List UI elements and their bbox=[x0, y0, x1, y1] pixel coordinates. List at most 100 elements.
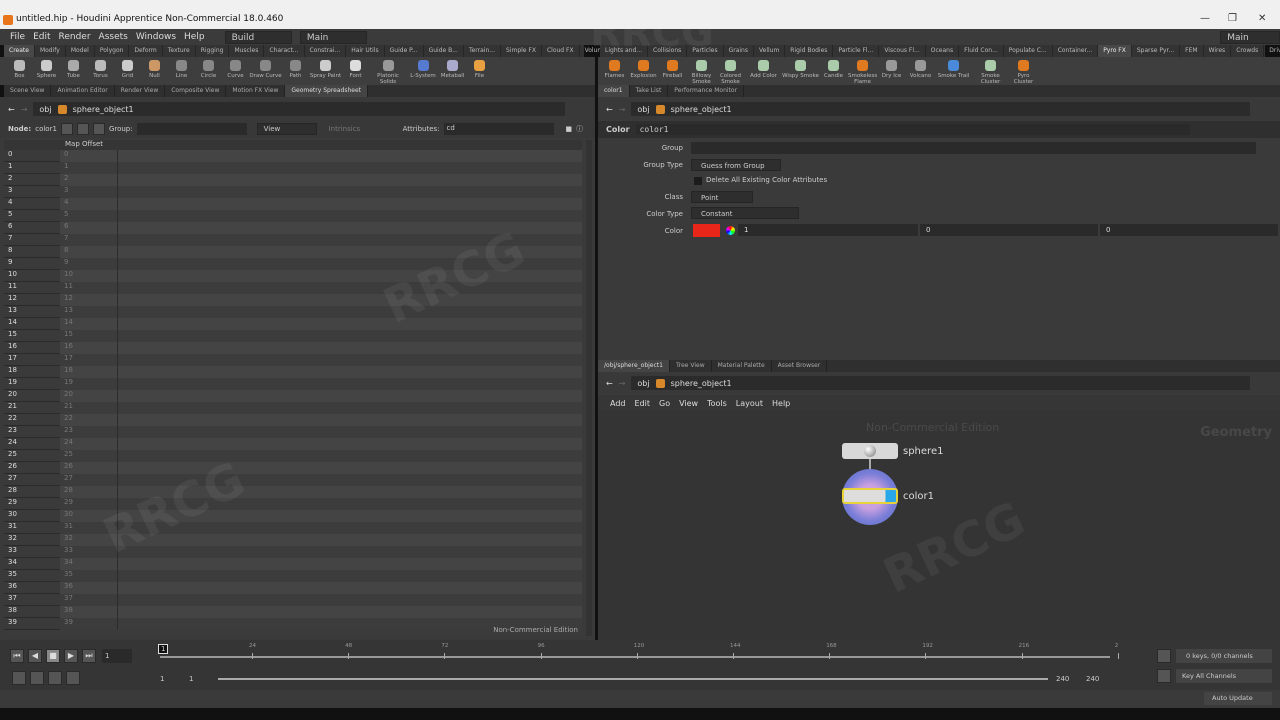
menu-help[interactable]: Help bbox=[184, 32, 205, 42]
network-menu-item[interactable]: Help bbox=[772, 399, 790, 408]
shelf-tab[interactable]: Particles bbox=[687, 45, 724, 57]
stop-button[interactable]: ■ bbox=[46, 649, 60, 663]
table-row[interactable]: 36 36 bbox=[4, 582, 582, 594]
table-row[interactable]: 35 35 bbox=[4, 570, 582, 582]
auto-update-dropdown[interactable]: Auto Update bbox=[1204, 692, 1272, 705]
table-row[interactable]: 32 32 bbox=[4, 534, 582, 546]
audio-button[interactable] bbox=[12, 671, 26, 685]
view-dropdown[interactable]: View bbox=[256, 123, 317, 135]
shelf-tool[interactable]: Explosion bbox=[629, 57, 658, 85]
play-reverse-button[interactable]: ◀ bbox=[28, 649, 42, 663]
shelf-tool[interactable]: Curve bbox=[222, 57, 249, 85]
pane-tab[interactable]: Render View bbox=[115, 85, 166, 97]
shelf-tool[interactable]: Draw Curve bbox=[249, 57, 282, 85]
network-menu-item[interactable]: Edit bbox=[635, 399, 651, 408]
current-frame-input[interactable]: 1 bbox=[102, 649, 132, 663]
frame-marker[interactable]: 1 bbox=[158, 644, 169, 654]
shelf-tab[interactable]: Oceans bbox=[926, 45, 960, 57]
shelf-tool[interactable]: Flames bbox=[600, 57, 629, 85]
shelf-tool[interactable]: Grid bbox=[114, 57, 141, 85]
key-mode-icon[interactable] bbox=[1157, 669, 1171, 683]
shelf-tab[interactable]: Populate C... bbox=[1004, 45, 1053, 57]
keys-channels-dropdown[interactable]: 0 keys, 0/0 channels bbox=[1176, 649, 1272, 663]
table-row[interactable]: 19 19 bbox=[4, 378, 582, 390]
menu-file[interactable]: File bbox=[10, 32, 25, 42]
range-slider[interactable] bbox=[218, 678, 1048, 680]
table-row[interactable]: 20 20 bbox=[4, 390, 582, 402]
path-root[interactable]: obj bbox=[39, 105, 51, 114]
shelf-tab[interactable]: Terrain... bbox=[464, 45, 501, 57]
vertices-mode-button[interactable] bbox=[76, 123, 89, 135]
network-menu-item[interactable]: Layout bbox=[736, 399, 763, 408]
maximize-button[interactable]: ❐ bbox=[1228, 13, 1237, 24]
table-row[interactable]: 55 bbox=[4, 210, 582, 222]
end-frame[interactable]: 240 bbox=[1086, 675, 1099, 683]
color-r-input[interactable]: 1 bbox=[738, 224, 918, 236]
shelf-tab[interactable]: Create bbox=[4, 45, 35, 57]
group-type-dropdown[interactable]: Guess from Group bbox=[691, 159, 781, 171]
node-sphere1[interactable] bbox=[842, 443, 898, 459]
path-root[interactable]: obj bbox=[637, 105, 649, 114]
menu-assets[interactable]: Assets bbox=[99, 32, 128, 42]
table-row[interactable]: 44 bbox=[4, 198, 582, 210]
table-row[interactable]: 10 10 bbox=[4, 270, 582, 282]
main-right-dropdown[interactable]: Main bbox=[1220, 30, 1280, 44]
path-object[interactable]: sphere_object1 bbox=[73, 105, 134, 114]
node-color1[interactable] bbox=[842, 488, 898, 504]
shelf-tool[interactable]: Colored Smoke bbox=[716, 57, 745, 85]
table-row[interactable]: 33 33 bbox=[4, 546, 582, 558]
table-row[interactable]: 21 21 bbox=[4, 402, 582, 414]
back-arrow-icon[interactable]: ← bbox=[8, 105, 15, 114]
path-field[interactable]: obj sphere_object1 bbox=[631, 376, 1250, 390]
shelf-tab[interactable]: Simple FX bbox=[501, 45, 542, 57]
shelf-tab[interactable]: Polygon bbox=[95, 45, 130, 57]
color-g-input[interactable]: 0 bbox=[920, 224, 1098, 236]
shelf-tab[interactable]: Rigging bbox=[196, 45, 230, 57]
table-row[interactable]: 27 27 bbox=[4, 474, 582, 486]
table-row[interactable]: 29 29 bbox=[4, 498, 582, 510]
group-input[interactable] bbox=[136, 123, 247, 135]
pane-tab[interactable]: Take List bbox=[630, 85, 669, 97]
desktop-dropdown[interactable]: Build bbox=[224, 30, 292, 44]
attributes-input[interactable]: cd bbox=[443, 123, 554, 135]
table-row[interactable]: 00 bbox=[4, 150, 582, 162]
shelf-tab[interactable]: Texture bbox=[163, 45, 196, 57]
shelf-tool[interactable]: Tube bbox=[60, 57, 87, 85]
shelf-tab[interactable]: Container... bbox=[1053, 45, 1099, 57]
points-mode-button[interactable] bbox=[60, 123, 73, 135]
table-row[interactable]: 23 23 bbox=[4, 426, 582, 438]
keys-icon[interactable] bbox=[1157, 649, 1171, 663]
shelf-tab[interactable]: Lights and... bbox=[600, 45, 649, 57]
shelf-tool[interactable]: Pyro Cluster bbox=[1009, 57, 1038, 85]
path-object[interactable]: sphere_object1 bbox=[671, 105, 732, 114]
shelf-tab[interactable]: FEM bbox=[1180, 45, 1204, 57]
node-name-input[interactable]: color1 bbox=[635, 124, 1190, 135]
shelf-tab[interactable]: Guide P... bbox=[385, 45, 424, 57]
shelf-tool[interactable]: File bbox=[466, 57, 493, 85]
shelf-tab[interactable]: Sparse Pyr... bbox=[1132, 45, 1181, 57]
pane-tab[interactable]: Scene View bbox=[4, 85, 52, 97]
primitives-mode-button[interactable] bbox=[92, 123, 105, 135]
jump-end-button[interactable]: ⏭ bbox=[82, 649, 96, 663]
shelf-tab[interactable]: Particle Fl... bbox=[833, 45, 880, 57]
color-b-input[interactable]: 0 bbox=[1100, 224, 1278, 236]
table-row[interactable]: 11 11 bbox=[4, 282, 582, 294]
table-row[interactable]: 28 28 bbox=[4, 486, 582, 498]
pane-tab[interactable]: Composite View bbox=[165, 85, 227, 97]
network-canvas[interactable]: Non-Commercial Edition Geometry sphere1 … bbox=[598, 411, 1280, 640]
shelf-tab[interactable]: Crowds bbox=[1231, 45, 1265, 57]
shelf-tool[interactable]: Font bbox=[342, 57, 369, 85]
table-row[interactable]: 16 16 bbox=[4, 342, 582, 354]
shelf-tool[interactable]: Sphere bbox=[33, 57, 60, 85]
table-row[interactable]: 24 24 bbox=[4, 438, 582, 450]
table-row[interactable]: 15 15 bbox=[4, 330, 582, 342]
forward-arrow-icon[interactable]: → bbox=[619, 379, 626, 388]
table-row[interactable]: 14 14 bbox=[4, 318, 582, 330]
table-row[interactable]: 13 13 bbox=[4, 306, 582, 318]
path-root[interactable]: obj bbox=[637, 379, 649, 388]
shelf-tool[interactable]: Smoke Trail bbox=[935, 57, 972, 85]
path-object[interactable]: sphere_object1 bbox=[671, 379, 732, 388]
table-row[interactable]: 37 37 bbox=[4, 594, 582, 606]
menu-windows[interactable]: Windows bbox=[136, 32, 176, 42]
playback-end[interactable]: 240 bbox=[1056, 675, 1069, 683]
